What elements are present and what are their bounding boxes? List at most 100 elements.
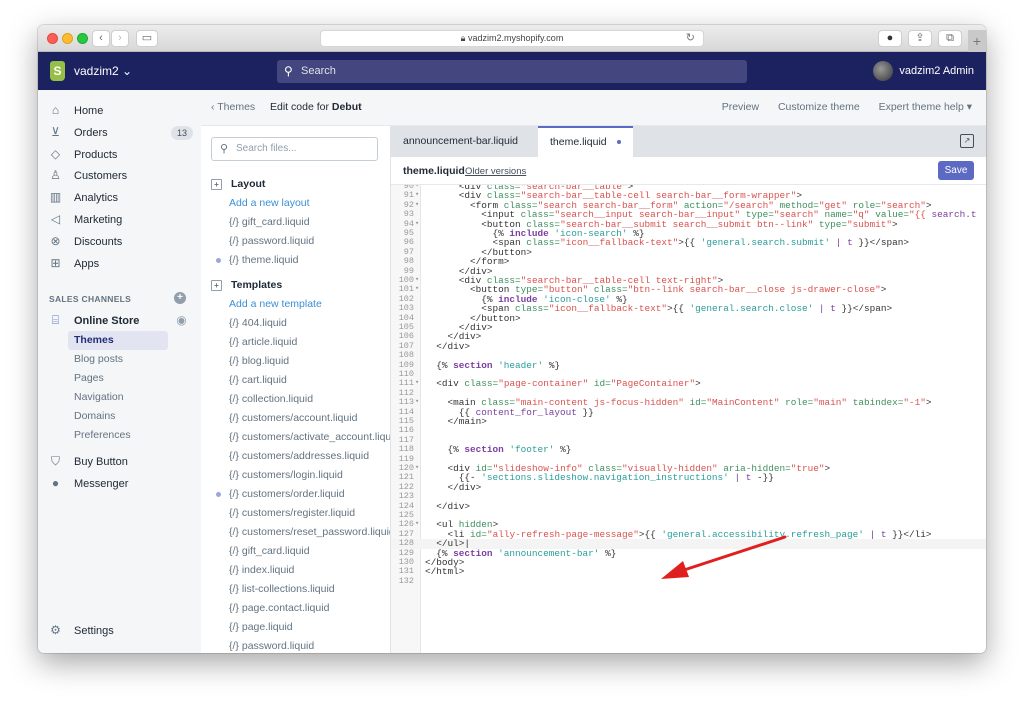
file-item[interactable]: {/} cart.liquid — [229, 371, 287, 389]
fold-toggle-icon[interactable]: ▾ — [415, 398, 419, 407]
fold-toggle-icon[interactable]: ▾ — [415, 201, 419, 210]
header-actions: Preview Customize theme Expert theme hel… — [706, 101, 972, 113]
code-line: 118 {% section 'footer' %} — [391, 444, 986, 454]
preview-link[interactable]: Preview — [722, 101, 759, 113]
sidebar-subitem-blog-posts[interactable]: Blog posts — [68, 350, 168, 369]
file-item[interactable]: {/} 404.liquid — [229, 314, 287, 332]
file-item-theme-liquid[interactable]: {/} theme.liquid — [229, 251, 298, 269]
file-bar: theme.liquid Older versions Save — [391, 157, 986, 185]
sidebar-item-marketing[interactable]: ◁ Marketing — [48, 210, 193, 230]
sidebar-subitem-pages[interactable]: Pages — [68, 369, 168, 388]
file-item[interactable]: {/} page.contact.liquid — [229, 599, 329, 617]
sidebar-item-home[interactable]: ⌂ Home — [48, 101, 193, 121]
tabs-overview-icon[interactable]: ⧉ — [938, 30, 962, 47]
file-item[interactable]: {/} customers/addresses.liquid — [229, 447, 369, 465]
new-tab-icon[interactable]: + — [968, 30, 986, 52]
templates-folder[interactable]: + Templates — [211, 276, 282, 294]
close-window-button[interactable] — [47, 33, 58, 44]
sidebar-item-customers[interactable]: ♙ Customers — [48, 166, 193, 186]
expand-editor-icon[interactable]: ↗ — [960, 134, 974, 148]
file-item[interactable]: {/} customers/reset_password.liquid — [229, 523, 390, 541]
fold-toggle-icon[interactable]: ▾ — [415, 520, 419, 529]
sidebar-subitem-preferences[interactable]: Preferences — [68, 426, 168, 445]
file-item[interactable]: {/} collection.liquid — [229, 390, 313, 408]
file-item[interactable]: {/} customers/account.liquid — [229, 409, 357, 427]
zoom-window-button[interactable] — [77, 33, 88, 44]
search-icon: ⚲ — [220, 143, 229, 155]
code-text: </main> — [447, 416, 487, 427]
fold-toggle-icon[interactable]: ▾ — [415, 191, 419, 200]
sidebar-item-messenger[interactable]: ● Messenger — [48, 474, 193, 494]
save-button[interactable]: Save — [938, 161, 974, 180]
file-item[interactable]: {/} list-collections.liquid — [229, 580, 335, 598]
file-item[interactable]: {/} customers/order.liquid — [229, 485, 345, 503]
url-bar[interactable]: 🔒︎ vadzim2.myshopify.com ↻ — [320, 30, 704, 47]
older-versions-link[interactable]: Older versions — [465, 166, 526, 177]
file-item[interactable]: {/} gift_card.liquid — [229, 542, 310, 560]
file-item[interactable]: {/} index.liquid — [229, 561, 294, 579]
add-sales-channel-icon[interactable]: + — [174, 292, 186, 304]
reload-icon[interactable]: ↻ — [686, 31, 695, 46]
sidebar-subitem-navigation[interactable]: Navigation — [68, 388, 168, 407]
layout-folder[interactable]: + Layout — [211, 175, 265, 193]
file-item[interactable]: {/} password.liquid — [229, 232, 314, 250]
sidebar-item-online-store[interactable]: ⌸ Online Store ◉ — [48, 311, 193, 331]
search-files-input[interactable]: ⚲ Search files... — [211, 137, 378, 161]
file-item[interactable]: {/} page.liquid — [229, 618, 293, 636]
sidebar-toggle-icon[interactable]: ▭ — [136, 30, 158, 47]
code-line: 124 </div> — [391, 501, 986, 511]
fold-toggle-icon[interactable]: ▾ — [415, 285, 419, 294]
file-item[interactable]: {/} blog.liquid — [229, 352, 289, 370]
code-line: 131 </html> — [391, 566, 986, 576]
folder-icon: + — [211, 178, 222, 190]
fold-toggle-icon[interactable]: ▾ — [415, 379, 419, 388]
avatar — [873, 61, 894, 82]
user-menu[interactable]: vadzim2 Admin — [873, 61, 974, 82]
add-template-link[interactable]: Add a new template — [229, 295, 322, 313]
fold-toggle-icon[interactable]: ▾ — [415, 276, 419, 285]
global-search-input[interactable]: ⚲ Search — [277, 60, 747, 83]
customize-theme-link[interactable]: Customize theme — [778, 101, 860, 113]
file-item[interactable]: {/} password.liquid — [229, 637, 314, 653]
store-switcher[interactable]: vadzim2 ⌄ — [74, 64, 132, 78]
file-item[interactable]: {/} customers/register.liquid — [229, 504, 355, 522]
fold-toggle-icon[interactable]: ▾ — [415, 464, 419, 473]
sidebar-item-orders[interactable]: ⊻ Orders 13 — [48, 123, 193, 143]
file-item[interactable]: {/} customers/login.liquid — [229, 466, 343, 484]
add-layout-link[interactable]: Add a new layout — [229, 194, 310, 212]
code-text: </div> — [447, 481, 482, 493]
forward-nav-icon[interactable]: › — [111, 30, 129, 47]
file-item[interactable]: {/} customers/activate_account.liquid — [229, 428, 390, 446]
sidebar-item-settings[interactable]: ⚙ Settings — [48, 621, 193, 641]
code-text: <li id="ally-refresh-page-message">{{ 'g… — [447, 528, 932, 540]
sidebar-subitem-domains[interactable]: Domains — [68, 407, 168, 426]
current-file-name: theme.liquid — [403, 165, 465, 177]
sidebar-item-products[interactable]: ◇ Products — [48, 145, 193, 165]
home-icon: ⌂ — [51, 103, 60, 117]
fold-toggle-icon[interactable]: ▾ — [415, 220, 419, 229]
browser-toolbar: ‹ › ▭ 🔒︎ vadzim2.myshopify.com ↻ ● ⇪ ⧉ + — [38, 25, 986, 52]
page-title: Edit code for Debut — [270, 101, 362, 113]
eye-icon[interactable]: ◉ — [174, 313, 189, 328]
expert-theme-help-dropdown[interactable]: Expert theme help ▾ — [879, 101, 972, 113]
file-item[interactable]: {/} article.liquid — [229, 333, 297, 351]
browser-window: ‹ › ▭ 🔒︎ vadzim2.myshopify.com ↻ ● ⇪ ⧉ +… — [38, 25, 986, 653]
bar-chart-icon: ▥ — [49, 190, 62, 204]
tab-announcement-bar[interactable]: announcement-bar.liquid — [391, 126, 530, 157]
search-placeholder: Search — [301, 65, 336, 77]
tab-theme-liquid[interactable]: theme.liquid — [538, 126, 633, 157]
sidebar-item-discounts[interactable]: ⊗ Discounts — [48, 232, 193, 252]
back-to-themes-link[interactable]: ‹ Themes — [211, 101, 255, 113]
sidebar-subitem-themes[interactable]: Themes — [68, 331, 168, 350]
file-item[interactable]: {/} gift_card.liquid — [229, 213, 310, 231]
sidebar-item-apps[interactable]: ⊞ Apps — [48, 254, 193, 274]
sidebar-item-buy-button[interactable]: ⛉ Buy Button — [48, 452, 193, 472]
minimize-window-button[interactable] — [62, 33, 73, 44]
sidebar-item-analytics[interactable]: ▥ Analytics — [48, 188, 193, 208]
code-area[interactable]: 90 ▾ <div class="search-bar__table"> 91 ▾ <… — [391, 185, 986, 653]
download-icon[interactable]: ● — [878, 30, 902, 47]
back-nav-icon[interactable]: ‹ — [92, 30, 110, 47]
share-icon[interactable]: ⇪ — [908, 30, 932, 47]
user-name: vadzim2 Admin — [899, 65, 974, 77]
gear-icon: ⚙ — [50, 623, 61, 637]
